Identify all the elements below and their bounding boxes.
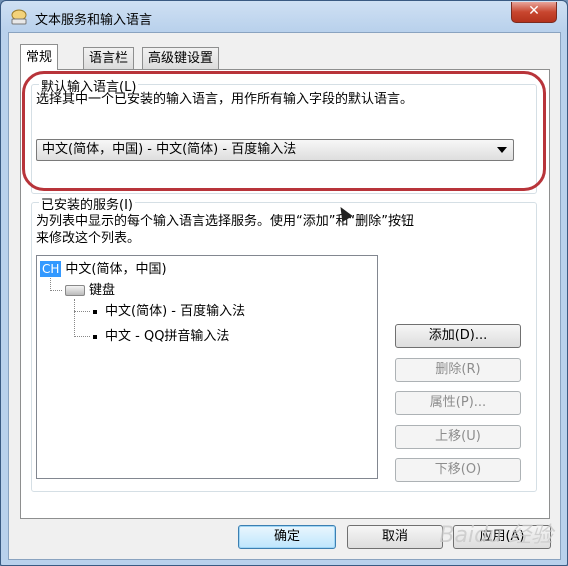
close-button[interactable]: ✕ <box>511 2 557 23</box>
default-language-description: 选择其中一个已安装的输入语言，用作所有输入字段的默认语言。 <box>36 92 414 107</box>
tab-advanced-key-settings[interactable]: 高级键设置 <box>142 47 220 69</box>
cancel-button[interactable]: 取消 <box>347 525 443 549</box>
tree-service-label: 中文 - QQ拼音输入法 <box>105 329 230 344</box>
installed-services-group-title: 已安装的服务(I) <box>39 194 135 213</box>
dialog-body: 常规 语言栏 高级键设置 默认输入语言(L) 选择其中一个已安装的输入语言，用作… <box>8 32 561 560</box>
installed-services-group: 已安装的服务(I) 为列表中显示的每个输入语言选择服务。使用“添加”和“删除”按… <box>31 194 537 492</box>
window-title: 文本服务和输入语言 <box>35 13 153 28</box>
remove-button[interactable]: 删除(R) <box>395 358 521 382</box>
tab-general[interactable]: 常规 <box>20 44 59 70</box>
move-down-button[interactable]: 下移(O) <box>395 458 521 482</box>
bullet-icon <box>93 334 97 339</box>
services-tree[interactable]: CH 中文(简体，中国) 键盘 中文(简体) - 百度输入法 中文 - QQ拼音输… <box>36 255 378 479</box>
general-tab-panel: 默认输入语言(L) 选择其中一个已安装的输入语言，用作所有输入字段的默认语言。 … <box>20 69 550 519</box>
move-up-button[interactable]: 上移(U) <box>395 425 521 449</box>
keyboard-icon <box>65 285 85 296</box>
tree-service-label: 中文(简体) - 百度输入法 <box>105 304 246 319</box>
dialog-window: 文本服务和输入语言 ✕ 常规 语言栏 高级键设置 默认输入语言(L) 选择其中一… <box>0 0 568 566</box>
tree-language-node[interactable]: CH 中文(简体，中国) <box>40 261 167 278</box>
title-bar[interactable]: 文本服务和输入语言 ✕ <box>1 1 567 33</box>
keyboard-globe-icon <box>11 9 27 25</box>
tree-language-label: 中文(简体，中国) <box>65 262 167 277</box>
properties-button[interactable]: 属性(P)... <box>395 391 521 415</box>
installed-services-description-line1: 为列表中显示的每个输入语言选择服务。使用“添加”和“删除”按钮 <box>36 214 414 229</box>
watermark: Baidu 经验 <box>439 523 553 548</box>
tree-keyboard-node[interactable]: 键盘 <box>65 282 115 299</box>
bullet-icon <box>93 309 97 314</box>
default-language-dropdown[interactable]: 中文(简体，中国) - 中文(简体) - 百度输入法 <box>36 139 514 161</box>
default-language-group: 默认输入语言(L) 选择其中一个已安装的输入语言，用作所有输入字段的默认语言。 … <box>31 76 537 194</box>
tab-language-bar[interactable]: 语言栏 <box>83 47 135 69</box>
language-badge: CH <box>40 261 62 277</box>
chevron-down-icon <box>497 147 507 153</box>
installed-services-description-line2: 来修改这个列表。 <box>36 231 141 246</box>
default-language-selected: 中文(简体，中国) - 中文(简体) - 百度输入法 <box>42 142 297 157</box>
tree-keyboard-label: 键盘 <box>89 283 116 298</box>
ok-button[interactable]: 确定 <box>238 525 336 549</box>
tree-service-item[interactable]: 中文 - QQ拼音输入法 <box>93 328 229 345</box>
add-button[interactable]: 添加(D)... <box>395 324 521 348</box>
tree-service-item[interactable]: 中文(简体) - 百度输入法 <box>93 303 245 320</box>
